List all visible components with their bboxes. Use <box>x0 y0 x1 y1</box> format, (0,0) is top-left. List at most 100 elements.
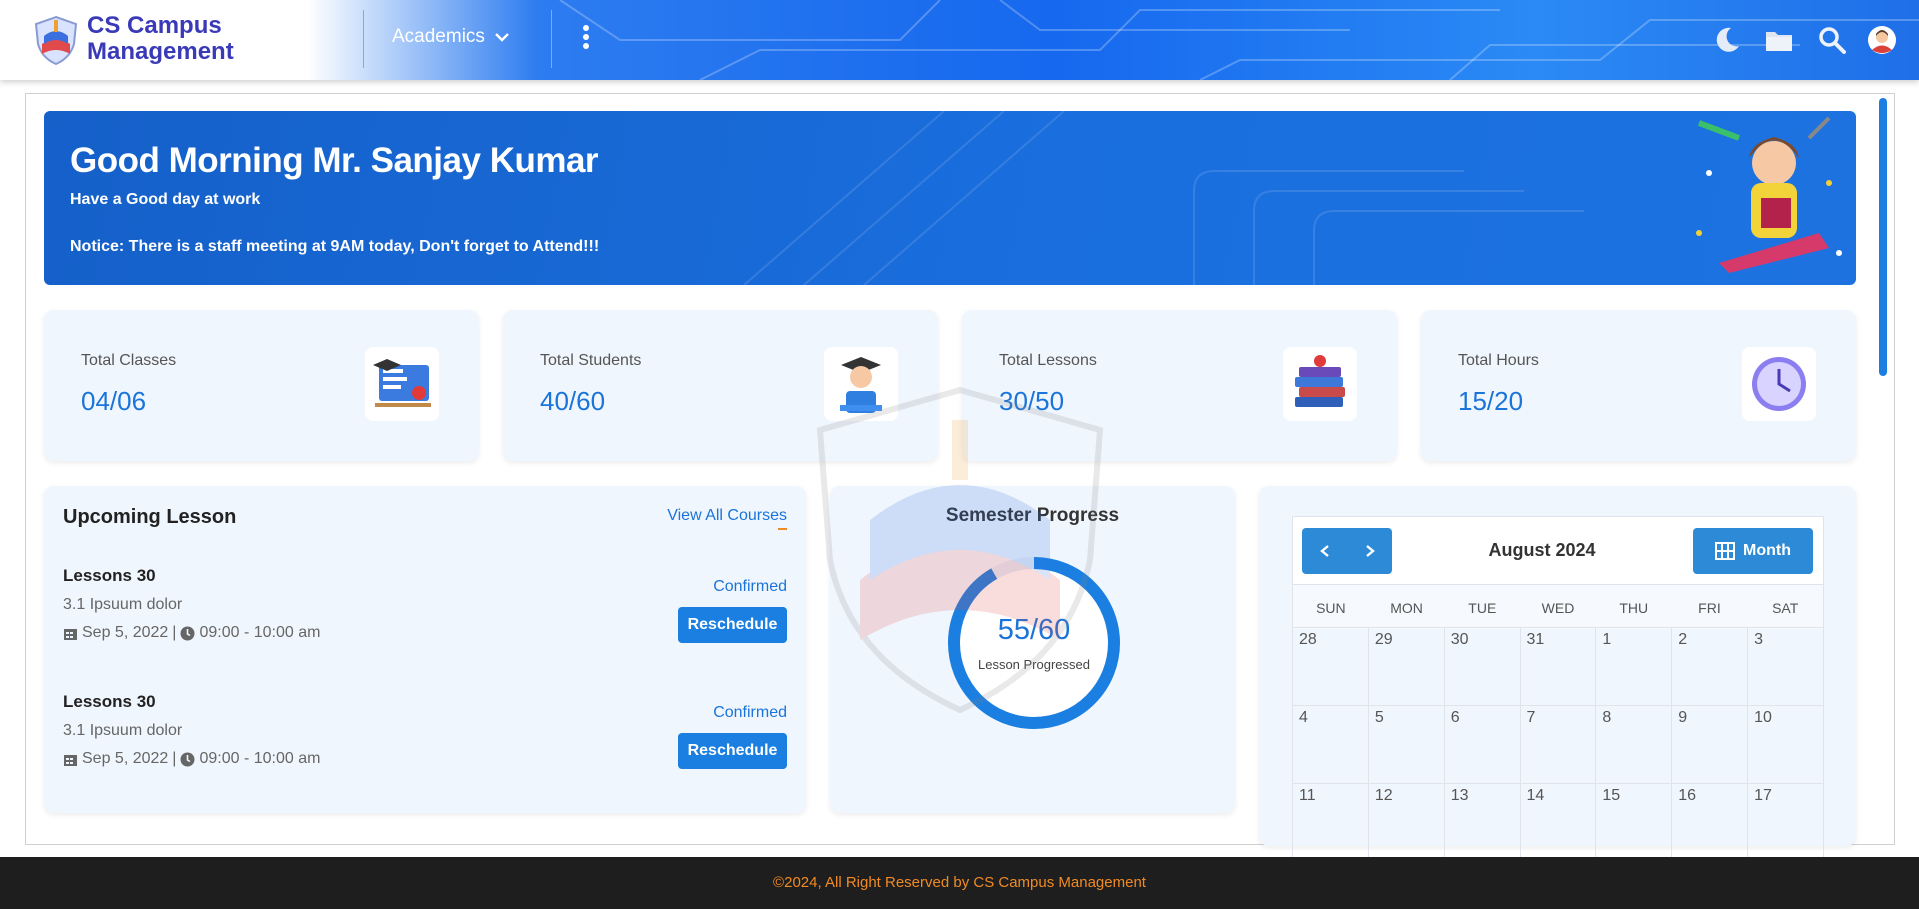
weekday-label: THU <box>1619 600 1649 616</box>
link-underline <box>778 528 787 530</box>
staff-notice: Notice: There is a staff meeting at 9AM … <box>70 238 600 255</box>
stat-label: Total Lessons <box>999 352 1097 369</box>
month-view-label: Month <box>1743 542 1791 559</box>
weekday-label: SAT <box>1772 600 1799 616</box>
calendar-day-cell[interactable]: 30 <box>1443 627 1521 706</box>
weekday-label: FRI <box>1698 600 1721 616</box>
vertical-scrollbar[interactable] <box>1879 98 1887 376</box>
calendar-day-cell[interactable]: 5 <box>1367 705 1445 784</box>
calendar-day-cell[interactable]: 28 <box>1292 627 1369 706</box>
stat-value: 15/20 <box>1458 386 1524 416</box>
weekday-label: WED <box>1541 600 1575 616</box>
calendar-day-cell[interactable]: 2 <box>1671 627 1749 706</box>
calendar-day-cell[interactable]: 7 <box>1519 705 1597 784</box>
greeting-heading: Good Morning Mr. Sanjay Kumar <box>70 141 599 180</box>
stat-card-hours[interactable]: Total Hours 15/20 <box>1421 310 1856 461</box>
brand-line-1: CS Campus <box>87 12 222 39</box>
lesson-time: 09:00 - 10:00 am <box>199 750 321 767</box>
lesson-date: Sep 5, 2022 <box>82 750 169 767</box>
clock-icon <box>180 752 195 766</box>
academics-label: Academics <box>392 26 485 47</box>
calendar-day-cell[interactable]: 1 <box>1595 627 1673 706</box>
header-divider <box>551 10 552 68</box>
calendar-day-cell[interactable]: 9 <box>1671 705 1749 784</box>
calendar-icon <box>64 754 77 766</box>
upcoming-lesson-title: Upcoming Lesson <box>63 506 237 528</box>
weekday-label: MON <box>1390 600 1423 616</box>
more-options-icon[interactable] <box>578 25 594 55</box>
calendar-icon <box>64 628 77 640</box>
weekday-label: TUE <box>1468 600 1497 616</box>
stat-label: Total Hours <box>1458 352 1539 369</box>
next-month-button[interactable] <box>1347 528 1392 574</box>
calendar-day-cell[interactable]: 29 <box>1367 627 1445 706</box>
weekday-label: SUN <box>1316 600 1346 616</box>
calendar-week-row: 4 5 6 7 8 9 10 <box>1292 705 1824 784</box>
lesson-name: Lessons 30 <box>63 692 156 711</box>
calendar-day-cell[interactable]: 8 <box>1595 705 1673 784</box>
book-stack-icon <box>1283 347 1357 421</box>
calendar-nav-group <box>1302 528 1392 574</box>
lesson-status: Confirmed <box>713 578 787 595</box>
top-navbar: CS Campus Management Academics <box>0 0 1919 80</box>
chevron-right-icon <box>1365 545 1375 557</box>
stat-value: 40/60 <box>540 386 606 416</box>
calendar-grid: 28 29 30 31 1 2 3 4 5 6 7 8 9 10 11 12 13 14 15 16 17 <box>1292 627 1824 862</box>
grid-icon <box>1715 542 1735 560</box>
prev-month-button[interactable] <box>1302 528 1347 574</box>
calendar-weekday-header: SUN MON TUE WED THU FRI SAT <box>1292 584 1824 629</box>
lesson-status: Confirmed <box>713 704 787 721</box>
brand-name[interactable]: CS Campus Management <box>87 13 234 65</box>
calendar-day-cell[interactable]: 10 <box>1747 705 1824 784</box>
calendar-day-cell[interactable]: 12 <box>1367 783 1445 862</box>
calendar-day-cell[interactable]: 6 <box>1443 705 1521 784</box>
stat-label: Total Classes <box>81 352 177 369</box>
search-icon[interactable] <box>1816 24 1848 56</box>
folder-icon[interactable] <box>1763 24 1795 56</box>
calendar-day-cell[interactable]: 11 <box>1292 783 1369 862</box>
lesson-separator: | <box>172 624 177 641</box>
teacher-illustration-icon <box>1696 116 1842 273</box>
calendar-day-cell[interactable]: 16 <box>1671 783 1749 862</box>
user-avatar-icon[interactable] <box>1866 24 1898 56</box>
calendar-week-row: 28 29 30 31 1 2 3 <box>1292 627 1824 706</box>
calendar-day-cell[interactable]: 13 <box>1443 783 1521 862</box>
campus-logo-icon[interactable] <box>32 14 80 66</box>
brand-line-2: Management <box>87 38 234 65</box>
calendar-month-label: August 2024 <box>1488 540 1596 560</box>
header-divider <box>363 10 364 68</box>
classroom-board-icon <box>365 347 439 421</box>
clock-icon <box>1742 347 1816 421</box>
calendar-day-cell[interactable]: 4 <box>1292 705 1369 784</box>
calendar-day-cell[interactable]: 15 <box>1595 783 1673 862</box>
view-all-courses-link[interactable]: View All Courses <box>667 507 787 525</box>
lesson-item: Lessons 30 3.1 Ipsuum dolor Sep 5, 2022 … <box>63 566 787 656</box>
banner-pattern <box>743 111 1584 285</box>
welcome-banner: Good Morning Mr. Sanjay Kumar Have a Goo… <box>44 111 1856 285</box>
lesson-time: 09:00 - 10:00 am <box>199 624 321 641</box>
page-footer: ©2024, All Right Reserved by CS Campus M… <box>0 857 1919 909</box>
chevron-left-icon <box>1319 545 1329 557</box>
lesson-separator: | <box>172 750 177 767</box>
calendar-day-cell[interactable]: 31 <box>1519 627 1597 706</box>
academics-menu[interactable]: Academics <box>392 26 509 48</box>
calendar-day-cell[interactable]: 14 <box>1519 783 1597 862</box>
reschedule-button[interactable]: Reschedule <box>678 733 787 769</box>
stat-label: Total Students <box>540 352 642 369</box>
month-view-button[interactable]: Month <box>1693 528 1813 574</box>
calendar-day-cell[interactable]: 17 <box>1747 783 1824 862</box>
lesson-name: Lessons 30 <box>63 566 156 585</box>
stat-card-classes[interactable]: Total Classes 04/06 <box>44 310 479 461</box>
stat-value: 04/06 <box>81 386 147 416</box>
lesson-item: Lessons 30 3.1 Ipsuum dolor Sep 5, 2022 … <box>63 692 787 782</box>
calendar-week-row: 11 12 13 14 15 16 17 <box>1292 783 1824 862</box>
calendar-day-cell[interactable]: 3 <box>1747 627 1824 706</box>
greeting-subtitle: Have a Good day at work <box>70 191 261 208</box>
footer-copyright: ©2024, All Right Reserved by CS Campus M… <box>773 874 1146 891</box>
reschedule-button[interactable]: Reschedule <box>678 607 787 643</box>
lesson-date: Sep 5, 2022 <box>82 624 169 641</box>
moon-icon[interactable] <box>1711 24 1743 56</box>
clock-icon <box>180 626 195 640</box>
campus-watermark-icon <box>816 386 1104 714</box>
upcoming-lesson-card: Upcoming Lesson View All Courses Lessons… <box>44 486 806 813</box>
